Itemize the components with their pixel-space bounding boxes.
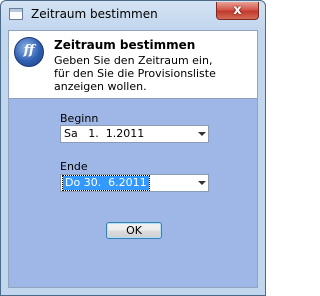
close-icon: x	[233, 3, 242, 18]
start-label: Beginn	[60, 112, 99, 125]
close-button[interactable]: x	[216, 2, 259, 20]
dropdown-arrow-icon[interactable]	[198, 181, 206, 185]
window-title: Zeitraum bestimmen	[31, 7, 158, 21]
app-window-icon	[9, 8, 23, 20]
dialog-window: Zeitraum bestimmen x ff Zeitraum bestimm…	[0, 0, 266, 296]
title-bar[interactable]: Zeitraum bestimmen x	[1, 1, 265, 29]
dialog-client-area: ff Zeitraum bestimmen Geben Sie den Zeit…	[8, 30, 258, 288]
ok-button[interactable]: OK	[106, 222, 162, 239]
end-label: Ende	[60, 160, 88, 173]
end-date-value: Do 30. 6.2011	[62, 175, 150, 191]
dialog-header: ff Zeitraum bestimmen Geben Sie den Zeit…	[9, 31, 257, 99]
logo-text: ff	[23, 43, 35, 58]
ok-button-label: OK	[126, 224, 142, 237]
start-date-value: Sa 1. 1.2011	[64, 127, 145, 140]
end-date-combobox[interactable]: Do 30. 6.2011	[60, 174, 209, 192]
dropdown-arrow-icon[interactable]	[198, 132, 206, 136]
start-date-combobox[interactable]: Sa 1. 1.2011	[60, 125, 209, 143]
logo-icon: ff	[14, 37, 44, 67]
header-title: Zeitraum bestimmen	[54, 38, 196, 52]
header-description: Geben Sie den Zeitraum ein, für den Sie …	[54, 54, 216, 93]
